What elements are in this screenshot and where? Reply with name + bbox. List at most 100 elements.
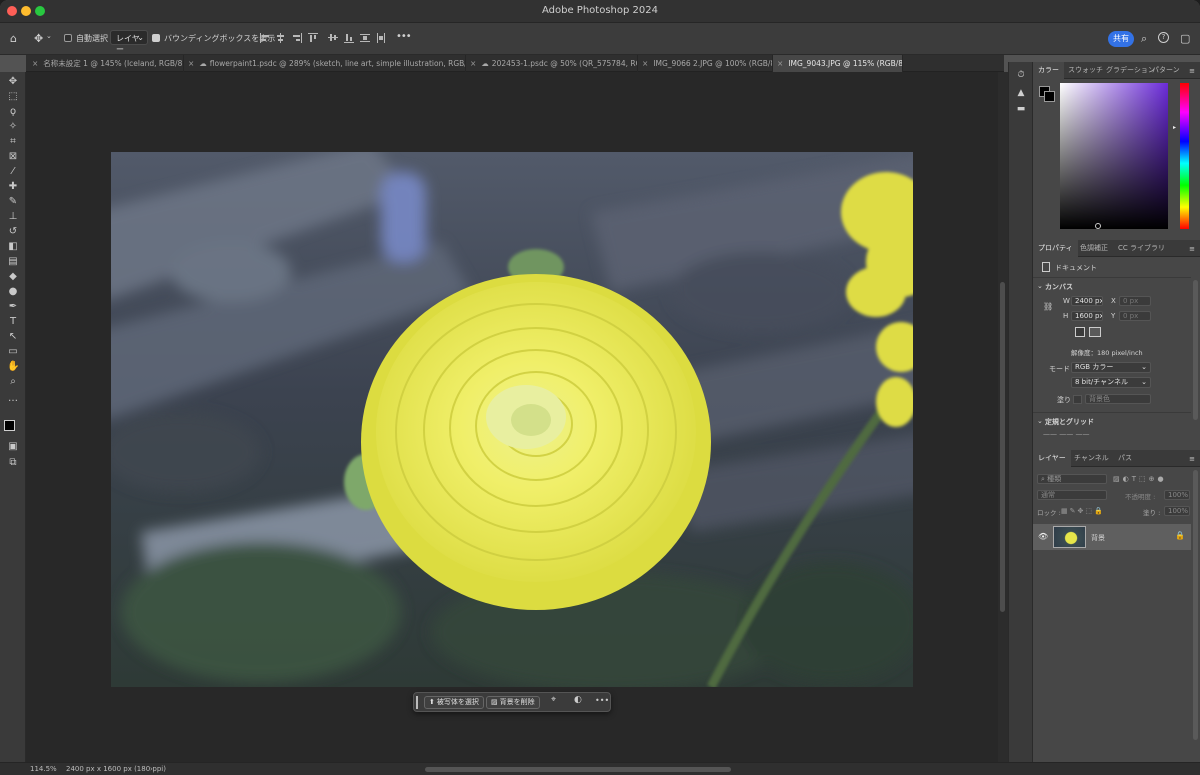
align-top-icon[interactable] xyxy=(308,33,318,43)
tab-paths[interactable]: パス xyxy=(1113,450,1137,467)
edit-toolbar-icon[interactable]: … xyxy=(7,393,19,404)
dodge-tool-icon[interactable]: ● xyxy=(7,286,19,297)
height-field[interactable]: 1600 px xyxy=(1071,311,1103,321)
tab-202453[interactable]: × ☁202453-1.psdc @ 50% (QR_575784, RGB/8) xyxy=(466,55,638,72)
distribute-horizontal-icon[interactable] xyxy=(376,33,386,43)
layer-thumbnail[interactable] xyxy=(1053,526,1086,548)
rulers-grids-section-title[interactable]: 定規とグリッド xyxy=(1045,417,1094,427)
magic-wand-icon[interactable]: ✧ xyxy=(7,121,19,132)
move-tool-icon[interactable]: ✥ xyxy=(34,32,43,45)
zoom-level[interactable]: 114.5% xyxy=(30,763,57,775)
auto-select-dropdown[interactable]: レイヤー ⌄ xyxy=(110,30,148,54)
bit-depth-dropdown[interactable]: 8 bit/チャンネル ⌄ xyxy=(1071,377,1151,388)
select-subject-button[interactable]: ⬆ 被写体を選択 xyxy=(424,696,484,709)
tab-flowerpaint[interactable]: × ☁ flowerpaint1.psdc @ 289% (sketch, line… xyxy=(184,55,466,72)
eye-icon[interactable]: 👁 xyxy=(1038,532,1048,541)
panel-menu-icon[interactable]: ≡ xyxy=(1189,455,1195,463)
healing-brush-icon[interactable]: ✚ xyxy=(7,181,19,192)
link-dimensions-icon[interactable]: ⛓ xyxy=(1043,302,1053,311)
blend-mode-dropdown[interactable]: 通常 xyxy=(1037,490,1107,500)
landscape-orientation-icon[interactable] xyxy=(1089,327,1101,337)
help-icon[interactable]: ? xyxy=(1158,32,1169,43)
path-selection-icon[interactable]: ↖ xyxy=(7,331,19,342)
tab-color[interactable]: カラー xyxy=(1033,62,1064,79)
close-tab-icon[interactable]: × xyxy=(777,59,783,68)
fill-field[interactable]: 100% xyxy=(1164,506,1190,516)
learn-icon[interactable]: ▲ xyxy=(1016,88,1026,98)
history-brush-icon[interactable]: ↺ xyxy=(7,226,19,237)
lasso-tool-icon[interactable]: ϙ xyxy=(7,106,19,117)
auto-select-checkbox[interactable] xyxy=(64,34,72,42)
align-right-icon[interactable] xyxy=(292,33,302,43)
mode-dropdown[interactable]: RGB カラー ⌄ xyxy=(1071,362,1151,373)
align-bottom-icon[interactable] xyxy=(344,33,354,43)
eyedropper-icon[interactable]: ⁄ xyxy=(7,166,19,177)
tab-channels[interactable]: チャンネル xyxy=(1069,450,1114,467)
hand-tool-icon[interactable]: ✋ xyxy=(7,361,19,372)
align-left-icon[interactable] xyxy=(260,33,270,43)
transform-icon[interactable]: ⌖ xyxy=(551,695,556,705)
tab-untitled[interactable]: × 名称未設定 1 @ 145% (Iceland, RGB/8) * xyxy=(26,55,184,72)
panel-menu-icon[interactable]: ≡ xyxy=(1189,245,1195,253)
align-vcenter-icon[interactable] xyxy=(328,33,338,43)
x-field[interactable]: 0 px xyxy=(1119,296,1151,306)
distribute-vertical-icon[interactable] xyxy=(360,33,370,43)
lock-icon[interactable]: 🔒 xyxy=(1175,531,1185,540)
close-tab-icon[interactable]: × xyxy=(188,59,194,68)
layer-filter-icons[interactable]: ▨◐T⬚⊕● xyxy=(1113,475,1167,483)
zoom-tool-icon[interactable]: ⌕ xyxy=(7,376,19,387)
home-icon[interactable]: ⌂ xyxy=(10,32,17,45)
panel-menu-icon[interactable]: ≡ xyxy=(1189,67,1195,75)
ruler-options[interactable]: —— —— —— xyxy=(1043,430,1089,438)
screen-mode-icon[interactable]: ⧉ xyxy=(7,457,19,468)
tool-preset-chevron-icon[interactable]: ⌄ xyxy=(46,32,52,40)
canvas-section-title[interactable]: カンバス xyxy=(1045,282,1073,292)
share-button[interactable]: 共有 xyxy=(1108,31,1134,47)
tab-patterns[interactable]: パターン xyxy=(1147,62,1185,79)
rectangle-tool-icon[interactable]: ▭ xyxy=(7,346,19,357)
search-icon[interactable]: ⌕ xyxy=(1141,32,1147,46)
close-tab-icon[interactable]: × xyxy=(470,59,476,68)
foreground-color-swatch[interactable] xyxy=(4,420,15,431)
pen-tool-icon[interactable]: ✒ xyxy=(7,301,19,312)
remove-background-button[interactable]: ▨ 背景を削除 xyxy=(486,696,540,709)
more-options-icon[interactable]: ••• xyxy=(396,31,412,42)
tab-img-9043[interactable]: × IMG_9043.JPG @ 115% (RGB/8) * xyxy=(773,55,903,72)
show-bbox-checkbox[interactable] xyxy=(152,34,160,42)
properties-scrollbar[interactable] xyxy=(1193,280,1198,420)
width-field[interactable]: 2400 px xyxy=(1071,296,1103,306)
opacity-field[interactable]: 100% xyxy=(1164,490,1190,500)
crop-tool-icon[interactable]: ⌗ xyxy=(7,136,19,147)
blur-tool-icon[interactable]: ◆ xyxy=(7,271,19,282)
y-field[interactable]: 0 px xyxy=(1119,311,1151,321)
chevron-down-icon[interactable]: ⌄ xyxy=(1037,417,1043,425)
type-tool-icon[interactable]: T xyxy=(7,316,19,327)
gradient-tool-icon[interactable]: ▤ xyxy=(7,256,19,267)
move-tool-icon[interactable]: ✥ xyxy=(7,76,19,87)
history-icon[interactable]: ⏱ xyxy=(1016,70,1026,80)
fill-color-swatch[interactable] xyxy=(1073,395,1082,404)
marquee-tool-icon[interactable]: ⬚ xyxy=(7,91,19,102)
layers-scrollbar[interactable] xyxy=(1193,470,1198,740)
lock-icons[interactable]: ▦✎✥⬚🔒 xyxy=(1061,507,1105,515)
eraser-icon[interactable]: ◧ xyxy=(7,241,19,252)
drag-handle[interactable] xyxy=(416,696,418,709)
color-picker-cursor[interactable] xyxy=(1095,223,1101,229)
quick-mask-icon[interactable]: ▣ xyxy=(7,441,19,452)
layer-name[interactable]: 背景 xyxy=(1091,533,1105,543)
align-hcenter-icon[interactable] xyxy=(276,33,286,43)
adjustment-icon[interactable]: ◐ xyxy=(574,695,582,705)
close-tab-icon[interactable]: × xyxy=(32,59,38,68)
layer-row[interactable]: 👁 背景 🔒 xyxy=(1033,524,1191,550)
scrollbar-thumb[interactable] xyxy=(1000,282,1005,612)
tab-cc-libraries[interactable]: CC ライブラリ xyxy=(1113,240,1170,257)
document-image[interactable] xyxy=(111,152,913,687)
tab-properties[interactable]: プロパティ xyxy=(1033,240,1078,257)
portrait-orientation-icon[interactable] xyxy=(1075,327,1085,337)
brush-tool-icon[interactable]: ✎ xyxy=(7,196,19,207)
horizontal-scrollbar-thumb[interactable] xyxy=(425,767,731,772)
frame-tool-icon[interactable]: ⊠ xyxy=(7,151,19,162)
close-tab-icon[interactable]: × xyxy=(642,59,648,68)
status-menu-chevron-icon[interactable]: › xyxy=(150,763,153,775)
layer-filter-dropdown[interactable]: ⌕ 種類 xyxy=(1037,474,1107,484)
